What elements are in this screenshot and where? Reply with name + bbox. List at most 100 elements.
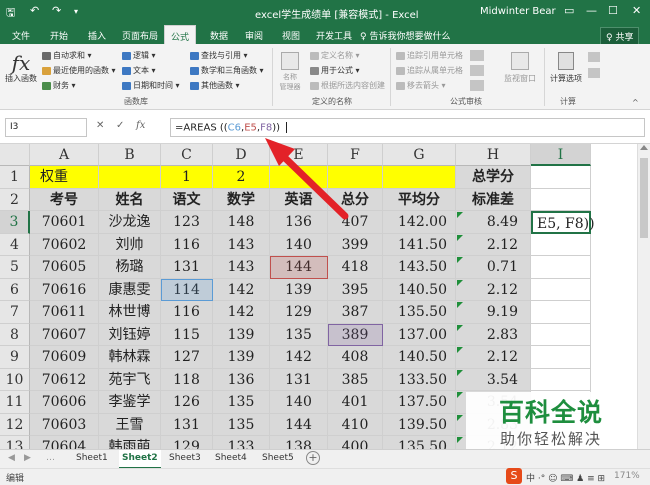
cell-h6[interactable]: 2.12 (456, 278, 531, 301)
tab-insert[interactable]: 插入 (88, 29, 106, 42)
save-icon[interactable]: 🖫 (6, 4, 15, 23)
cell-a8[interactable]: 70607 (30, 323, 99, 346)
cell-a12[interactable]: 70603 (30, 413, 99, 436)
cell-h3[interactable]: 8.49 (456, 211, 531, 234)
tab-file[interactable]: 文件 (12, 29, 30, 42)
cell-b2[interactable]: 姓名 (99, 188, 161, 211)
redo-icon[interactable]: ↷ (52, 4, 61, 17)
maximize-icon[interactable]: ☐ (608, 4, 618, 17)
row-header-8[interactable]: 8 (0, 323, 30, 346)
cell-c1[interactable]: 1 (161, 166, 213, 189)
enter-icon[interactable]: ✓ (116, 120, 136, 131)
text-button[interactable]: 文本 ▾ (122, 65, 156, 76)
error-indicator-icon[interactable] (457, 234, 463, 241)
cell-a6[interactable]: 70616 (30, 278, 99, 301)
cell-e10[interactable]: 131 (270, 368, 328, 391)
cell-d7[interactable]: 142 (213, 301, 270, 324)
cell-b4[interactable]: 刘帅 (99, 233, 161, 256)
cell-i5[interactable] (531, 256, 591, 279)
cell-b1[interactable] (99, 166, 161, 189)
cell-b7[interactable]: 林世博 (99, 301, 161, 324)
cell-h1[interactable]: 总学分 (456, 166, 531, 189)
prev-sheet-icon[interactable]: ◀ (8, 453, 15, 463)
cell-c9[interactable]: 127 (161, 346, 213, 369)
cell-d6[interactable]: 142 (213, 278, 270, 301)
column-header-e[interactable]: E (270, 144, 328, 166)
error-indicator-icon[interactable] (457, 324, 463, 331)
cell-d2[interactable]: 数学 (213, 188, 270, 211)
error-indicator-icon[interactable] (457, 212, 463, 218)
name-box[interactable]: I3 (5, 118, 87, 137)
undo-icon[interactable]: ↶ (30, 4, 39, 17)
cell-f7[interactable]: 387 (328, 301, 383, 324)
cell-h8[interactable]: 2.83 (456, 323, 531, 346)
row-header-1[interactable]: 1 (0, 166, 30, 189)
cell-g7[interactable]: 135.50 (383, 301, 456, 324)
cell-e3[interactable]: 136 (270, 211, 328, 234)
ribbon-display-icon[interactable]: ▭ (564, 4, 574, 17)
cell-c12[interactable]: 131 (161, 413, 213, 436)
error-indicator-icon[interactable] (457, 302, 463, 308)
add-sheet-icon[interactable]: + (306, 451, 320, 465)
active-cell-i3[interactable]: E5, F8)) (531, 211, 595, 234)
cell-c11[interactable]: 126 (161, 391, 213, 414)
cell-g2[interactable]: 平均分 (383, 188, 456, 211)
cell-c2[interactable]: 语文 (161, 188, 213, 211)
cell-i1[interactable] (531, 166, 591, 189)
row-header-5[interactable]: 5 (0, 256, 30, 279)
cell-c3[interactable]: 123 (161, 211, 213, 234)
qat-customize-icon[interactable]: ▾ (74, 7, 78, 16)
cell-g12[interactable]: 139.50 (383, 413, 456, 436)
cell-f4[interactable]: 399 (328, 233, 383, 256)
lookup-reference-button[interactable]: 查找与引用 ▾ (190, 50, 248, 61)
cell-e12[interactable]: 144 (270, 413, 328, 436)
insert-function-icon[interactable]: fx (136, 120, 145, 131)
date-time-button[interactable]: 日期和时间 ▾ (122, 80, 180, 91)
column-header-c[interactable]: C (161, 144, 213, 166)
cell-c4[interactable]: 116 (161, 233, 213, 256)
sheet-tab-3[interactable]: Sheet3 (169, 453, 201, 463)
user-name[interactable]: Midwinter Bear (480, 6, 556, 17)
scroll-thumb[interactable] (640, 158, 648, 238)
cell-g1[interactable] (383, 166, 456, 189)
cell-b10[interactable]: 苑宇飞 (99, 368, 161, 391)
tell-me-search[interactable]: ♀ 告诉我你想要做什么 (360, 29, 450, 42)
row-header-3[interactable]: 3 (0, 211, 30, 234)
formula-input[interactable]: =AREAS ((C6,E5,F8)) (170, 118, 645, 137)
column-header-d[interactable]: D (213, 144, 270, 166)
cell-c10[interactable]: 118 (161, 368, 213, 391)
cell-d1[interactable]: 2 (213, 166, 270, 189)
cell-i9[interactable] (531, 346, 591, 369)
tab-view[interactable]: 视图 (282, 29, 300, 42)
error-indicator-icon[interactable] (457, 392, 463, 398)
cell-i4[interactable] (531, 233, 591, 256)
cell-a7[interactable]: 70611 (30, 301, 99, 324)
cell-f9[interactable]: 408 (328, 346, 383, 369)
cell-i7[interactable] (531, 301, 591, 324)
collapse-ribbon-icon[interactable]: ^ (632, 98, 639, 107)
cell-g8[interactable]: 137.00 (383, 323, 456, 346)
cell-f11[interactable]: 401 (328, 391, 383, 414)
column-header-b[interactable]: B (99, 144, 161, 166)
define-name-button[interactable]: 定义名称 ▾ (310, 50, 360, 61)
trace-dependents-button[interactable]: 追踪从属单元格 (396, 65, 463, 76)
scroll-up-icon[interactable] (640, 145, 648, 150)
error-indicator-icon[interactable] (457, 437, 463, 443)
cell-h10[interactable]: 3.54 (456, 368, 531, 391)
row-header-10[interactable]: 10 (0, 368, 30, 391)
math-trig-button[interactable]: 数学和三角函数 ▾ (190, 65, 264, 76)
sheet-tab-2[interactable]: Sheet2 (119, 450, 161, 469)
row-header-6[interactable]: 6 (0, 278, 30, 301)
evaluate-formula-icon[interactable] (470, 80, 484, 91)
cell-h7[interactable]: 9.19 (456, 301, 531, 324)
cell-a2[interactable]: 考号 (30, 188, 99, 211)
tab-data[interactable]: 数据 (210, 29, 228, 42)
more-functions-button[interactable]: 其他函数 ▾ (190, 80, 240, 91)
zoom-level[interactable]: 171% (614, 471, 640, 481)
cell-h4[interactable]: 2.12 (456, 233, 531, 256)
trace-precedents-button[interactable]: 追踪引用单元格 (396, 50, 463, 61)
sheet-tab-5[interactable]: Sheet5 (262, 453, 294, 463)
tab-page-layout[interactable]: 页面布局 (122, 29, 158, 42)
cell-f12[interactable]: 410 (328, 413, 383, 436)
cell-a9[interactable]: 70609 (30, 346, 99, 369)
